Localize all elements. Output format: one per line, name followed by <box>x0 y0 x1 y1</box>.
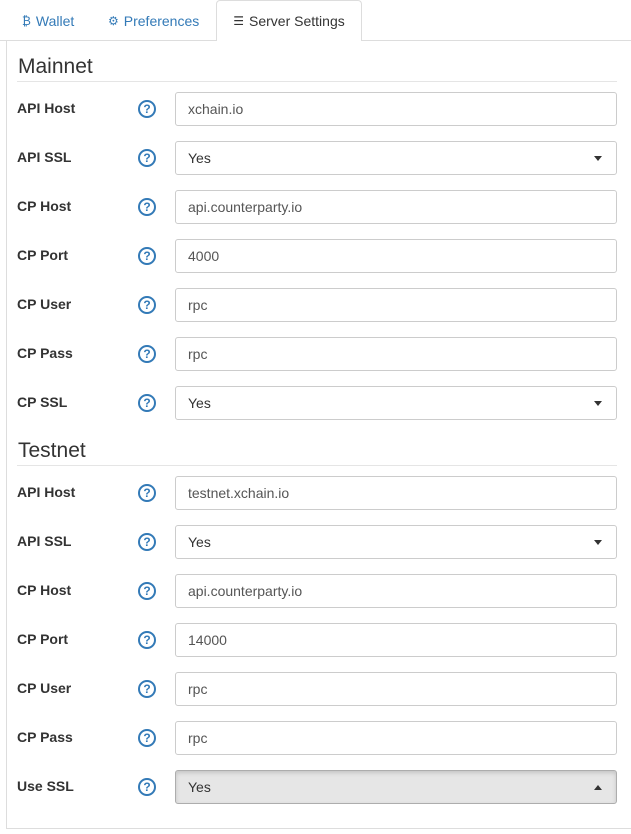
tab-wallet[interactable]: ₿ Wallet <box>22 0 74 41</box>
section-divider <box>17 81 617 82</box>
field-label: CP SSL <box>17 394 68 410</box>
mainnet-api-ssl-select[interactable]: Yes <box>175 141 617 175</box>
mainnet-cp-host-input[interactable] <box>175 190 617 224</box>
mainnet-cp-port-input[interactable] <box>175 239 617 273</box>
testnet-api-host-row: API Host ? <box>0 476 631 510</box>
tab-label: Server Settings <box>249 13 345 29</box>
tab-preferences[interactable]: ⚙ Preferences <box>108 0 199 41</box>
field-label: API SSL <box>17 533 72 549</box>
caret-down-icon <box>594 540 602 545</box>
mainnet-cp-host-row: CP Host ? <box>0 190 631 224</box>
field-label: Use SSL <box>17 778 74 794</box>
field-label: CP Port <box>17 247 69 263</box>
help-icon[interactable]: ? <box>138 198 156 216</box>
testnet-use-ssl-select[interactable]: Yes <box>175 770 617 804</box>
field-label: CP Host <box>17 198 72 214</box>
help-icon[interactable]: ? <box>138 394 156 412</box>
field-label: API SSL <box>17 149 72 165</box>
caret-up-icon <box>594 785 602 790</box>
testnet-cp-pass-input[interactable] <box>175 721 617 755</box>
testnet-cp-pass-row: CP Pass ? <box>0 721 631 755</box>
field-label: API Host <box>17 100 76 116</box>
help-icon[interactable]: ? <box>138 680 156 698</box>
select-value: Yes <box>188 534 211 550</box>
help-icon[interactable]: ? <box>138 247 156 265</box>
help-icon[interactable]: ? <box>138 729 156 747</box>
mainnet-api-ssl-row: API SSL ? Yes <box>0 141 631 175</box>
mainnet-cp-user-input[interactable] <box>175 288 617 322</box>
testnet-api-ssl-row: API SSL ? Yes <box>0 525 631 559</box>
mainnet-cp-user-row: CP User ? <box>0 288 631 322</box>
mainnet-cp-ssl-row: CP SSL ? Yes <box>0 386 631 420</box>
testnet-cp-host-input[interactable] <box>175 574 617 608</box>
mainnet-cp-pass-input[interactable] <box>175 337 617 371</box>
help-icon[interactable]: ? <box>138 778 156 796</box>
help-icon[interactable]: ? <box>138 345 156 363</box>
select-value: Yes <box>188 779 211 795</box>
field-label: API Host <box>17 484 76 500</box>
help-icon[interactable]: ? <box>138 484 156 502</box>
tab-bar: ₿ Wallet ⚙ Preferences ☰ Server Settings <box>0 0 631 42</box>
mainnet-cp-ssl-select[interactable]: Yes <box>175 386 617 420</box>
testnet-api-ssl-select[interactable]: Yes <box>175 525 617 559</box>
gear-icon: ⚙ <box>108 13 119 28</box>
testnet-heading: Testnet <box>18 439 86 462</box>
field-label: CP User <box>17 680 72 696</box>
tab-server-settings[interactable]: ☰ Server Settings <box>216 0 362 42</box>
testnet-api-host-input[interactable] <box>175 476 617 510</box>
section-divider <box>17 465 617 466</box>
field-label: CP Pass <box>17 729 73 745</box>
help-icon[interactable]: ? <box>138 631 156 649</box>
caret-down-icon <box>594 401 602 406</box>
field-label: CP Host <box>17 582 72 598</box>
testnet-cp-host-row: CP Host ? <box>0 574 631 608</box>
help-icon[interactable]: ? <box>138 296 156 314</box>
testnet-cp-port-row: CP Port ? <box>0 623 631 657</box>
mainnet-api-host-input[interactable] <box>175 92 617 126</box>
tab-label: Wallet <box>35 12 75 29</box>
mainnet-cp-pass-row: CP Pass ? <box>0 337 631 371</box>
mainnet-api-host-row: API Host ? <box>0 92 631 126</box>
help-icon[interactable]: ? <box>138 149 156 167</box>
help-icon[interactable]: ? <box>138 582 156 600</box>
testnet-use-ssl-row: Use SSL ? Yes <box>0 770 631 804</box>
select-value: Yes <box>188 395 211 411</box>
caret-down-icon <box>594 156 602 161</box>
help-icon[interactable]: ? <box>138 100 156 118</box>
tab-label: Preferences <box>123 12 200 29</box>
testnet-cp-user-row: CP User ? <box>0 672 631 706</box>
mainnet-heading: Mainnet <box>18 55 93 78</box>
bitcoin-icon: ₿ <box>22 13 31 28</box>
mainnet-cp-port-row: CP Port ? <box>0 239 631 273</box>
testnet-cp-port-input[interactable] <box>175 623 617 657</box>
field-label: CP Port <box>17 631 69 647</box>
help-icon[interactable]: ? <box>138 533 156 551</box>
select-value: Yes <box>188 150 211 166</box>
field-label: CP Pass <box>17 345 73 361</box>
field-label: CP User <box>17 296 72 312</box>
server-list-icon: ☰ <box>233 14 245 28</box>
testnet-cp-user-input[interactable] <box>175 672 617 706</box>
